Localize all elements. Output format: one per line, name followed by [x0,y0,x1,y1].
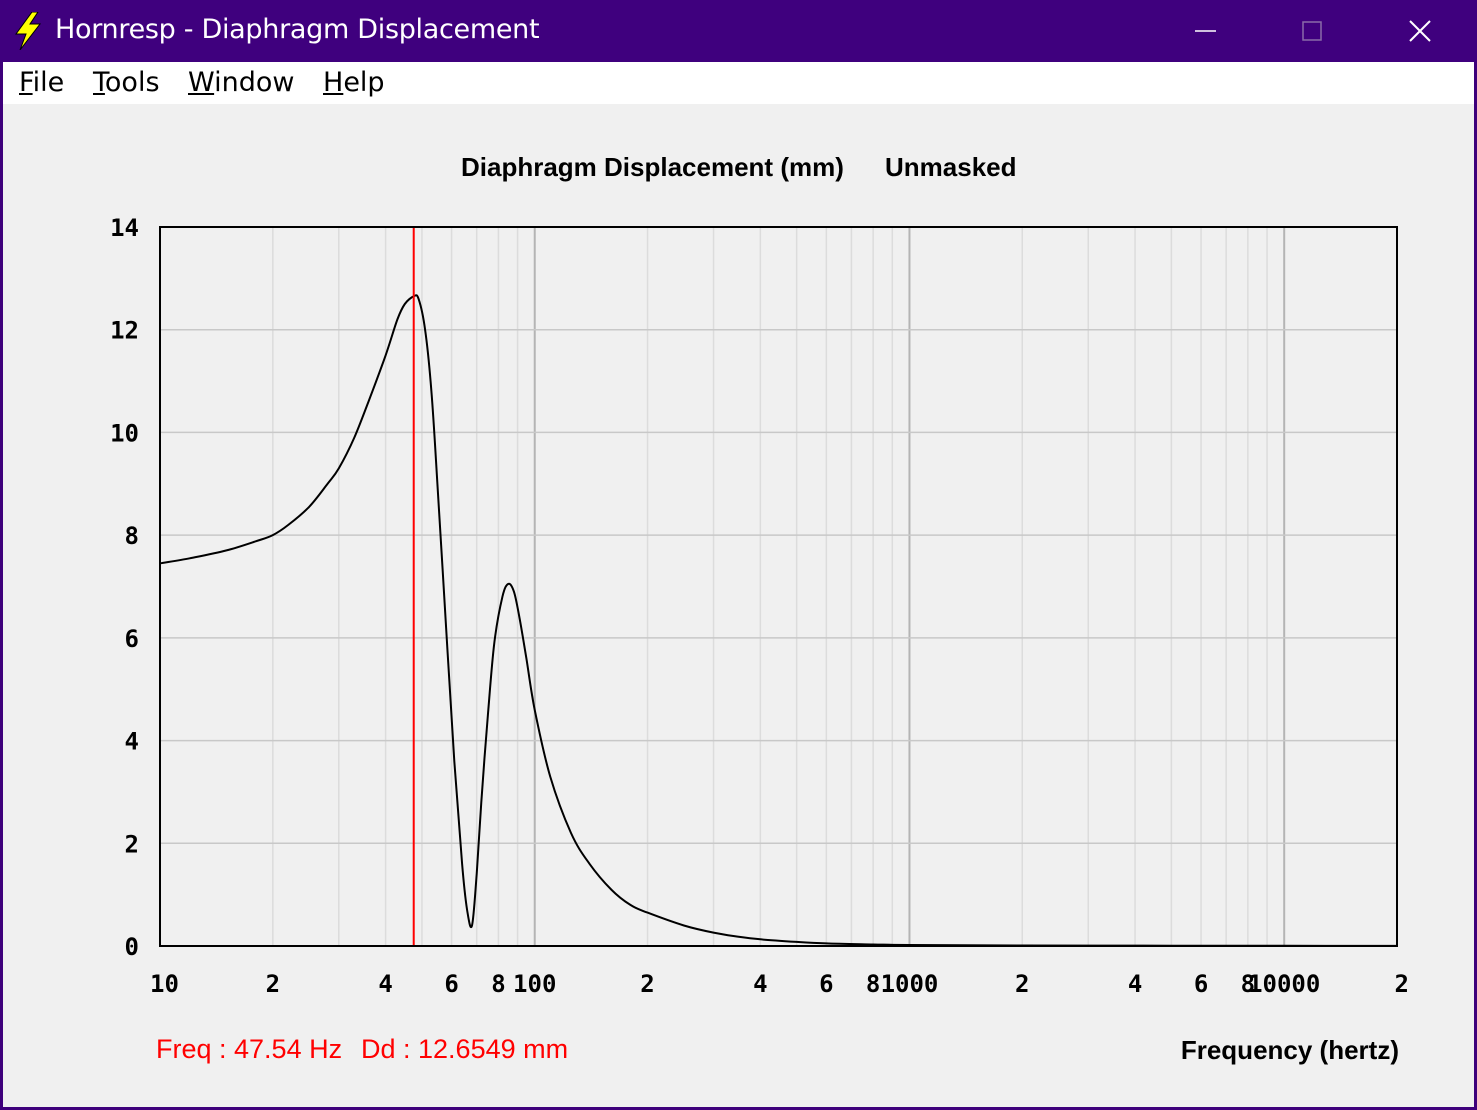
y-tick-label: 2 [125,830,139,858]
app-window: Hornresp - Diaphragm Displacement File T… [0,0,1477,1110]
x-tick-label: 10000 [1248,970,1320,998]
close-button[interactable] [1368,0,1473,62]
minimize-icon [1195,30,1216,32]
displacement-curve [159,294,1398,947]
menu-tools-label: ools [104,67,160,98]
curve-layer [159,294,1398,947]
maximize-icon [1302,21,1322,41]
maximize-button[interactable] [1260,0,1365,62]
y-tick-label: 10 [110,419,139,447]
menu-help-label: elp [343,67,385,98]
frequency-readout: Freq : 47.54 Hz [156,1034,343,1064]
x-tick-label: 6 [444,970,458,998]
menu-window-accel: W [188,67,215,98]
x-tick-labels: 10 2 4 6 8 100 2 4 6 8 1000 2 4 6 810000 2 [150,970,1409,998]
chart-area[interactable]: 0 2 4 6 8 10 12 14 10 2 4 6 8 100 2 4 6 8 1000 2 4 6 8 10000 2 … [3,104,1474,1107]
plot-frame [159,226,1398,947]
chart-title: Diaphragm Displacement (mm) [461,152,844,182]
menu-bar: File Tools Window Help [3,62,1474,104]
menu-tools-accel: T [93,67,105,98]
x-tick-label: 8 [491,970,505,998]
title-bar[interactable]: Hornresp - Diaphragm Displacement [0,0,1477,62]
y-tick-label: 4 [125,728,139,756]
x-tick-label: 6 [1194,970,1208,998]
displacement-readout: Dd : 12.6549 mm [361,1034,569,1064]
menu-help[interactable]: Help [323,67,385,98]
y-tick-label: 6 [125,625,139,653]
chart-subtitle: Unmasked [885,152,1017,182]
x-tick-label: 2 [640,970,654,998]
menu-file-accel: F [19,67,33,98]
x-tick-label: 1000 [881,970,939,998]
y-tick-label: 14 [110,214,139,242]
window-title: Hornresp - Diaphragm Displacement [55,14,540,45]
menu-window-label: indow [214,67,295,98]
x-tick-label: 2 [1015,970,1029,998]
close-icon [1409,20,1431,42]
menu-tools[interactable]: Tools [93,67,160,98]
x-tick-label: 100 [513,970,556,998]
x-tick-label: 8 [866,970,880,998]
displacement-chart[interactable]: 02468101214 10 2 4 6 8 100 2 4 6 8 1000 2 4 6 810000 2 … [3,104,1474,1107]
x-tick-label: 4 [1128,970,1142,998]
grid [160,227,1397,946]
menu-window[interactable]: Window [188,67,294,98]
x-tick-label: 2 [266,970,280,998]
x-axis-label: Frequency (hertz) [1181,1035,1399,1065]
menu-help-accel: H [323,67,344,98]
x-tick-label: 4 [753,970,767,998]
lightning-bolt-icon [15,12,42,50]
y-tick-labels: 0 2 4 6 8 10 12 14 [110,214,139,961]
menu-file-label: ile [32,67,65,98]
y-tick-label: 12 [110,317,139,345]
y-tick-label: 8 [125,522,139,550]
x-tick-label: 4 [378,970,392,998]
x-tick-label: 6 [819,970,833,998]
x-tick-label: 10 [150,970,179,998]
y-tick-label: 0 [125,933,139,961]
x-tick-label: 2 [1395,970,1409,998]
minimize-button[interactable] [1152,0,1257,62]
menu-file[interactable]: File [19,67,64,98]
